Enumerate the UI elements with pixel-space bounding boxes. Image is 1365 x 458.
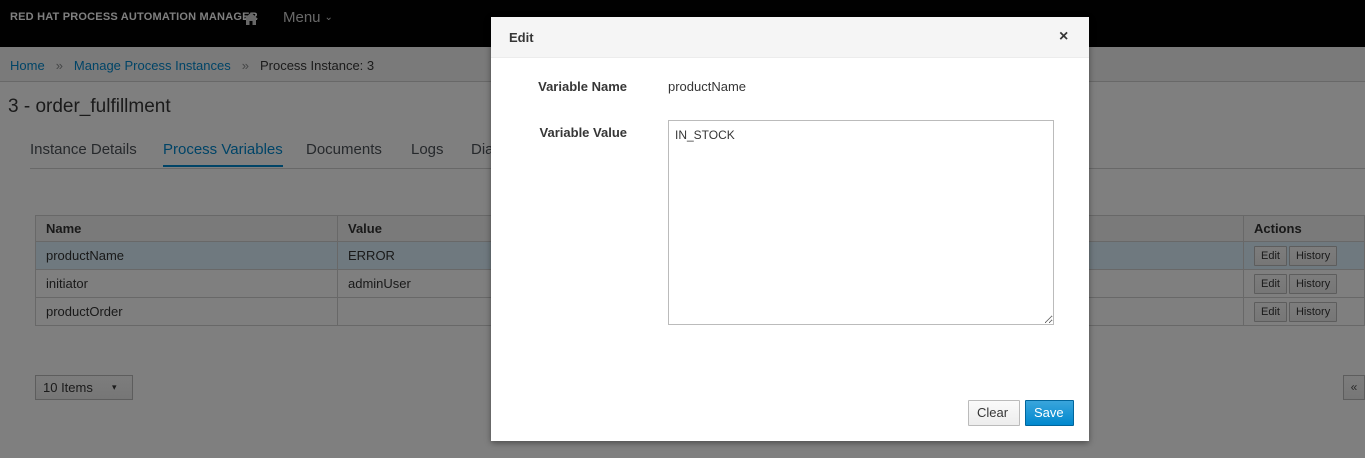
- dialog-header: Edit ×: [491, 17, 1089, 58]
- clear-button[interactable]: Clear: [968, 400, 1020, 426]
- variable-value-label: Variable Value: [539, 125, 627, 140]
- variable-name-label: Variable Name: [538, 79, 627, 94]
- variable-name-value: productName: [668, 79, 747, 94]
- close-icon[interactable]: ×: [1059, 28, 1068, 46]
- variable-value-input[interactable]: IN_STOCK: [668, 120, 1054, 325]
- save-button[interactable]: Save: [1025, 400, 1074, 426]
- dialog-title: Edit: [509, 30, 534, 45]
- edit-variable-dialog: Edit × Variable Name productName Variabl…: [491, 17, 1089, 441]
